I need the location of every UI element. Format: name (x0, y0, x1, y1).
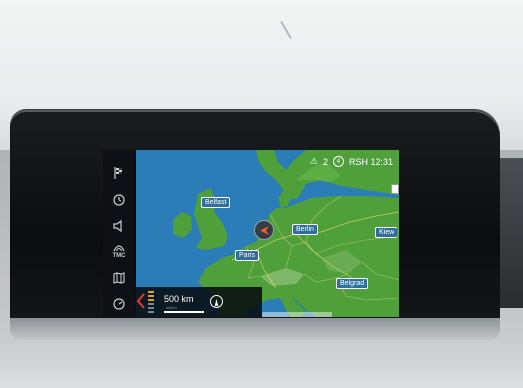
map-book-icon (113, 272, 125, 284)
tmc-button[interactable]: TMC (107, 240, 131, 262)
settings-button[interactable] (107, 293, 131, 315)
gauge-icon (113, 298, 125, 310)
destination-flag-icon (114, 167, 122, 179)
map-scale-bar (164, 311, 204, 313)
navigation-screen: TMC ⚠ 2 4 RSH 12:31 Belfast Berlin Paris… (103, 150, 399, 317)
speaker-icon (113, 219, 122, 233)
city-label-kiev[interactable]: Kiew (375, 227, 398, 238)
city-label-belfast[interactable]: Belfast (201, 197, 231, 208)
map-attribution-strip (262, 312, 332, 317)
city-label-paris[interactable]: Paris (235, 250, 259, 261)
chevron-left-icon[interactable] (136, 293, 146, 309)
map-scale-panel: 500 km mi/km (136, 287, 262, 317)
destination-button[interactable] (107, 162, 131, 184)
status-bar: ⚠ 2 4 RSH 12:31 (310, 156, 393, 167)
zoom-level-icon (148, 291, 154, 313)
nav-sidebar: TMC (103, 150, 135, 317)
map-view-button[interactable] (107, 267, 131, 289)
station-time: RSH 12:31 (348, 156, 393, 167)
city-label-belgrade[interactable]: Belgrad (336, 278, 369, 289)
city-label-berlin[interactable]: Berlin (292, 224, 318, 235)
compass-icon[interactable] (210, 295, 223, 308)
vehicle-position-icon (254, 220, 274, 240)
warning-count: 2 (322, 156, 328, 167)
map-scale-unit: mi/km (166, 305, 177, 310)
warning-icon: ⚠ (309, 156, 318, 166)
dashboard-trim (0, 340, 523, 388)
circle-badge-icon: 4 (332, 156, 344, 167)
map-view[interactable]: ⚠ 2 4 RSH 12:31 Belfast Berlin Paris Kie… (136, 150, 399, 317)
map-scale-label: 500 km (164, 294, 194, 304)
bezel-lip (10, 318, 500, 340)
time-button[interactable] (107, 189, 131, 211)
tmc-traffic-icon (113, 245, 125, 252)
map-marker (391, 184, 399, 194)
voice-guidance-button[interactable] (107, 215, 131, 237)
clock-icon (113, 194, 125, 206)
tmc-label: TMC (112, 253, 126, 259)
